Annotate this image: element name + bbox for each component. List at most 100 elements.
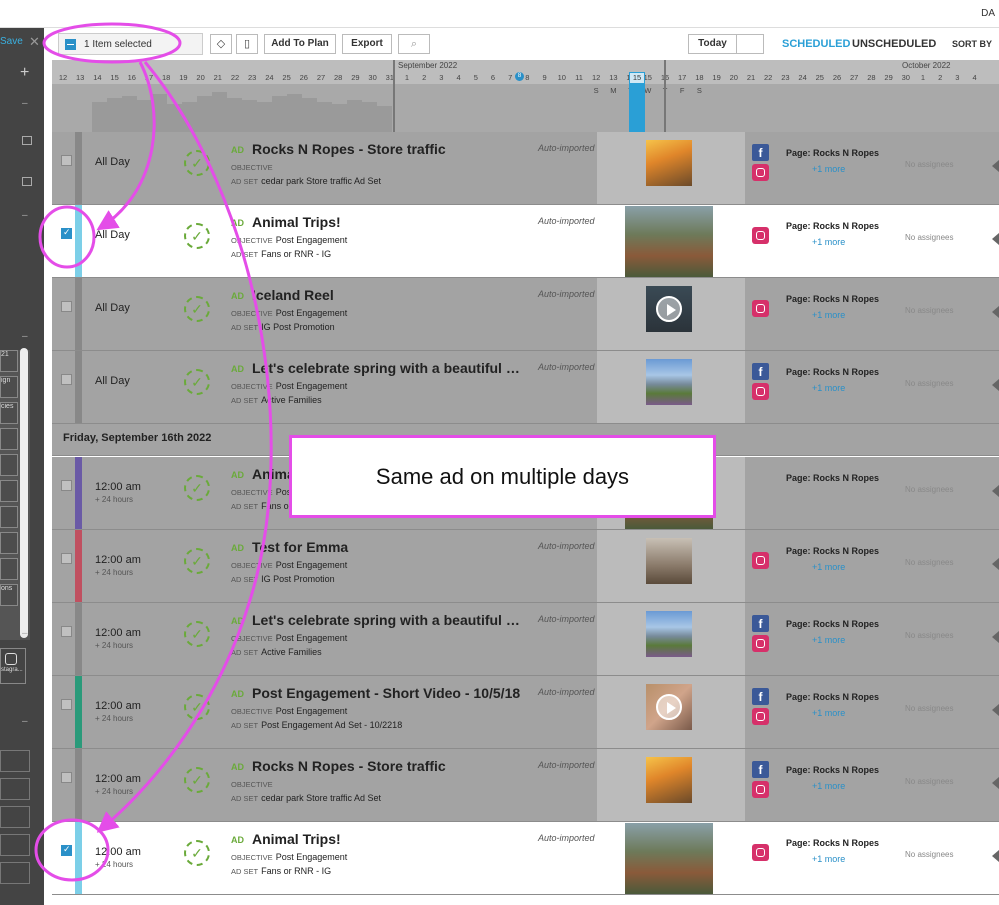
- ad-title[interactable]: Let's celebrate spring with a beautiful …: [252, 360, 522, 376]
- list-item[interactable]: All Day ✓ AD Let's celebrate spring with a …: [52, 351, 999, 424]
- sidebar-field[interactable]: [0, 834, 30, 856]
- document-icon[interactable]: ▯: [236, 34, 258, 54]
- timeline-day[interactable]: 29: [347, 73, 363, 82]
- tag-icon[interactable]: ◇: [210, 34, 232, 54]
- sidebar-filter-item[interactable]: cies: [0, 402, 18, 424]
- timeline-day[interactable]: 16: [124, 73, 140, 82]
- collapse-icon[interactable]: –: [22, 98, 28, 109]
- more-pages-link[interactable]: +1 more: [812, 781, 845, 791]
- approval-status-icon[interactable]: ✓: [184, 694, 210, 720]
- instagram-filter[interactable]: stagra...: [0, 648, 26, 684]
- week-window-end[interactable]: [664, 60, 666, 132]
- save-button[interactable]: Save: [0, 36, 23, 47]
- timeline-day[interactable]: 26: [296, 73, 312, 82]
- list-item[interactable]: 12:00 am + 24 hours ✓ AD Post Engagement - S…: [52, 676, 999, 749]
- assignees-label[interactable]: No assignees: [905, 704, 953, 713]
- expand-arrow-icon[interactable]: [992, 160, 999, 172]
- collapse-icon[interactable]: –: [22, 331, 28, 342]
- timeline-day[interactable]: 24: [795, 73, 811, 82]
- timeline-day[interactable]: 2: [932, 73, 948, 82]
- ad-thumbnail[interactable]: [646, 611, 692, 657]
- ad-thumbnail[interactable]: [646, 684, 692, 730]
- timeline-day[interactable]: 27: [313, 73, 329, 82]
- timeline-day[interactable]: 25: [279, 73, 295, 82]
- timeline-day[interactable]: 3: [433, 73, 449, 82]
- timeline-day[interactable]: 23: [244, 73, 260, 82]
- ad-thumbnail[interactable]: [625, 206, 713, 277]
- timeline-day[interactable]: 29: [881, 73, 897, 82]
- sidebar-filter-item[interactable]: ons: [0, 584, 18, 606]
- row-checkbox[interactable]: [61, 626, 72, 637]
- sidebar-scrollbar[interactable]: [20, 348, 28, 638]
- timeline-day[interactable]: 26: [829, 73, 845, 82]
- row-checkbox[interactable]: [61, 227, 72, 239]
- timeline-day[interactable]: 5: [468, 73, 484, 82]
- timeline-day[interactable]: 27: [846, 73, 862, 82]
- timeline-day[interactable]: 20: [193, 73, 209, 82]
- sidebar-filter-item[interactable]: ign: [0, 376, 18, 398]
- assignees-label[interactable]: No assignees: [905, 631, 953, 640]
- assignees-label[interactable]: No assignees: [905, 233, 953, 242]
- assignees-label[interactable]: No assignees: [905, 558, 953, 567]
- ad-title[interactable]: Iceland Reel: [252, 287, 522, 303]
- sidebar-filter-item[interactable]: [0, 532, 18, 554]
- timeline-day[interactable]: 25: [812, 73, 828, 82]
- expand-arrow-icon[interactable]: [992, 777, 999, 789]
- timeline-day[interactable]: 30: [365, 73, 381, 82]
- timeline-day[interactable]: 20: [726, 73, 742, 82]
- assignees-label[interactable]: No assignees: [905, 306, 953, 315]
- timeline-day[interactable]: 1: [915, 73, 931, 82]
- more-pages-link[interactable]: +1 more: [812, 708, 845, 718]
- calendar-icon[interactable]: [22, 177, 32, 186]
- timeline-day[interactable]: 31: [382, 73, 398, 82]
- timeline-day[interactable]: 13: [605, 73, 621, 82]
- row-checkbox[interactable]: [61, 374, 72, 385]
- approval-status-icon[interactable]: ✓: [184, 296, 210, 322]
- list-item[interactable]: All Day ✓ AD Animal Trips! OBJECTIVEPost Eng…: [52, 205, 999, 278]
- timeline-day[interactable]: 6: [485, 73, 501, 82]
- event-count-badge[interactable]: 8: [515, 72, 524, 81]
- timeline-day[interactable]: 4: [451, 73, 467, 82]
- approval-status-icon[interactable]: ✓: [184, 369, 210, 395]
- timeline-day[interactable]: 9: [537, 73, 553, 82]
- tab-scheduled[interactable]: SCHEDULED: [782, 38, 850, 50]
- approval-status-icon[interactable]: ✓: [184, 223, 210, 249]
- sidebar-filter-item[interactable]: [0, 480, 18, 502]
- list-item[interactable]: 12:00 am + 24 hours ✓ AD Animal Trips! OBJECT…: [52, 822, 999, 895]
- collapse-icon[interactable]: –: [22, 716, 28, 727]
- sidebar-field[interactable]: [0, 778, 30, 800]
- ad-title[interactable]: Post Engagement - Short Video - 10/5/18: [252, 685, 522, 701]
- expand-arrow-icon[interactable]: [992, 233, 999, 245]
- assignees-label[interactable]: No assignees: [905, 160, 953, 169]
- more-pages-link[interactable]: +1 more: [812, 237, 845, 247]
- timeline-day[interactable]: 10: [554, 73, 570, 82]
- approval-status-icon[interactable]: ✓: [184, 475, 210, 501]
- timeline-day[interactable]: 12: [588, 73, 604, 82]
- more-pages-link[interactable]: +1 more: [812, 310, 845, 320]
- timeline-day[interactable]: 22: [760, 73, 776, 82]
- timeline-day[interactable]: 12: [55, 73, 71, 82]
- timeline-day[interactable]: 18: [691, 73, 707, 82]
- sidebar-filter-item[interactable]: [0, 506, 18, 528]
- add-to-plan-button[interactable]: Add To Plan: [264, 34, 336, 54]
- timeline-day[interactable]: 14: [89, 73, 105, 82]
- approval-status-icon[interactable]: ✓: [184, 621, 210, 647]
- approval-status-icon[interactable]: ✓: [184, 840, 210, 866]
- ad-thumbnail[interactable]: [646, 757, 692, 803]
- timeline-day[interactable]: 15: [107, 73, 123, 82]
- assignees-label[interactable]: No assignees: [905, 777, 953, 786]
- date-picker-button[interactable]: [737, 35, 763, 53]
- ad-thumbnail[interactable]: [646, 286, 692, 332]
- calendar-icon[interactable]: [22, 136, 32, 145]
- more-pages-link[interactable]: +1 more: [812, 383, 845, 393]
- search-icon[interactable]: ⌕: [398, 34, 430, 54]
- sidebar-field[interactable]: [0, 806, 30, 828]
- timeline-day[interactable]: 28: [863, 73, 879, 82]
- assignees-label[interactable]: No assignees: [905, 850, 953, 859]
- approval-status-icon[interactable]: ✓: [184, 150, 210, 176]
- timeline-day[interactable]: 17: [674, 73, 690, 82]
- approval-status-icon[interactable]: ✓: [184, 548, 210, 574]
- ad-thumbnail[interactable]: [646, 359, 692, 405]
- collapse-icon[interactable]: –: [22, 628, 28, 639]
- row-checkbox[interactable]: [61, 772, 72, 783]
